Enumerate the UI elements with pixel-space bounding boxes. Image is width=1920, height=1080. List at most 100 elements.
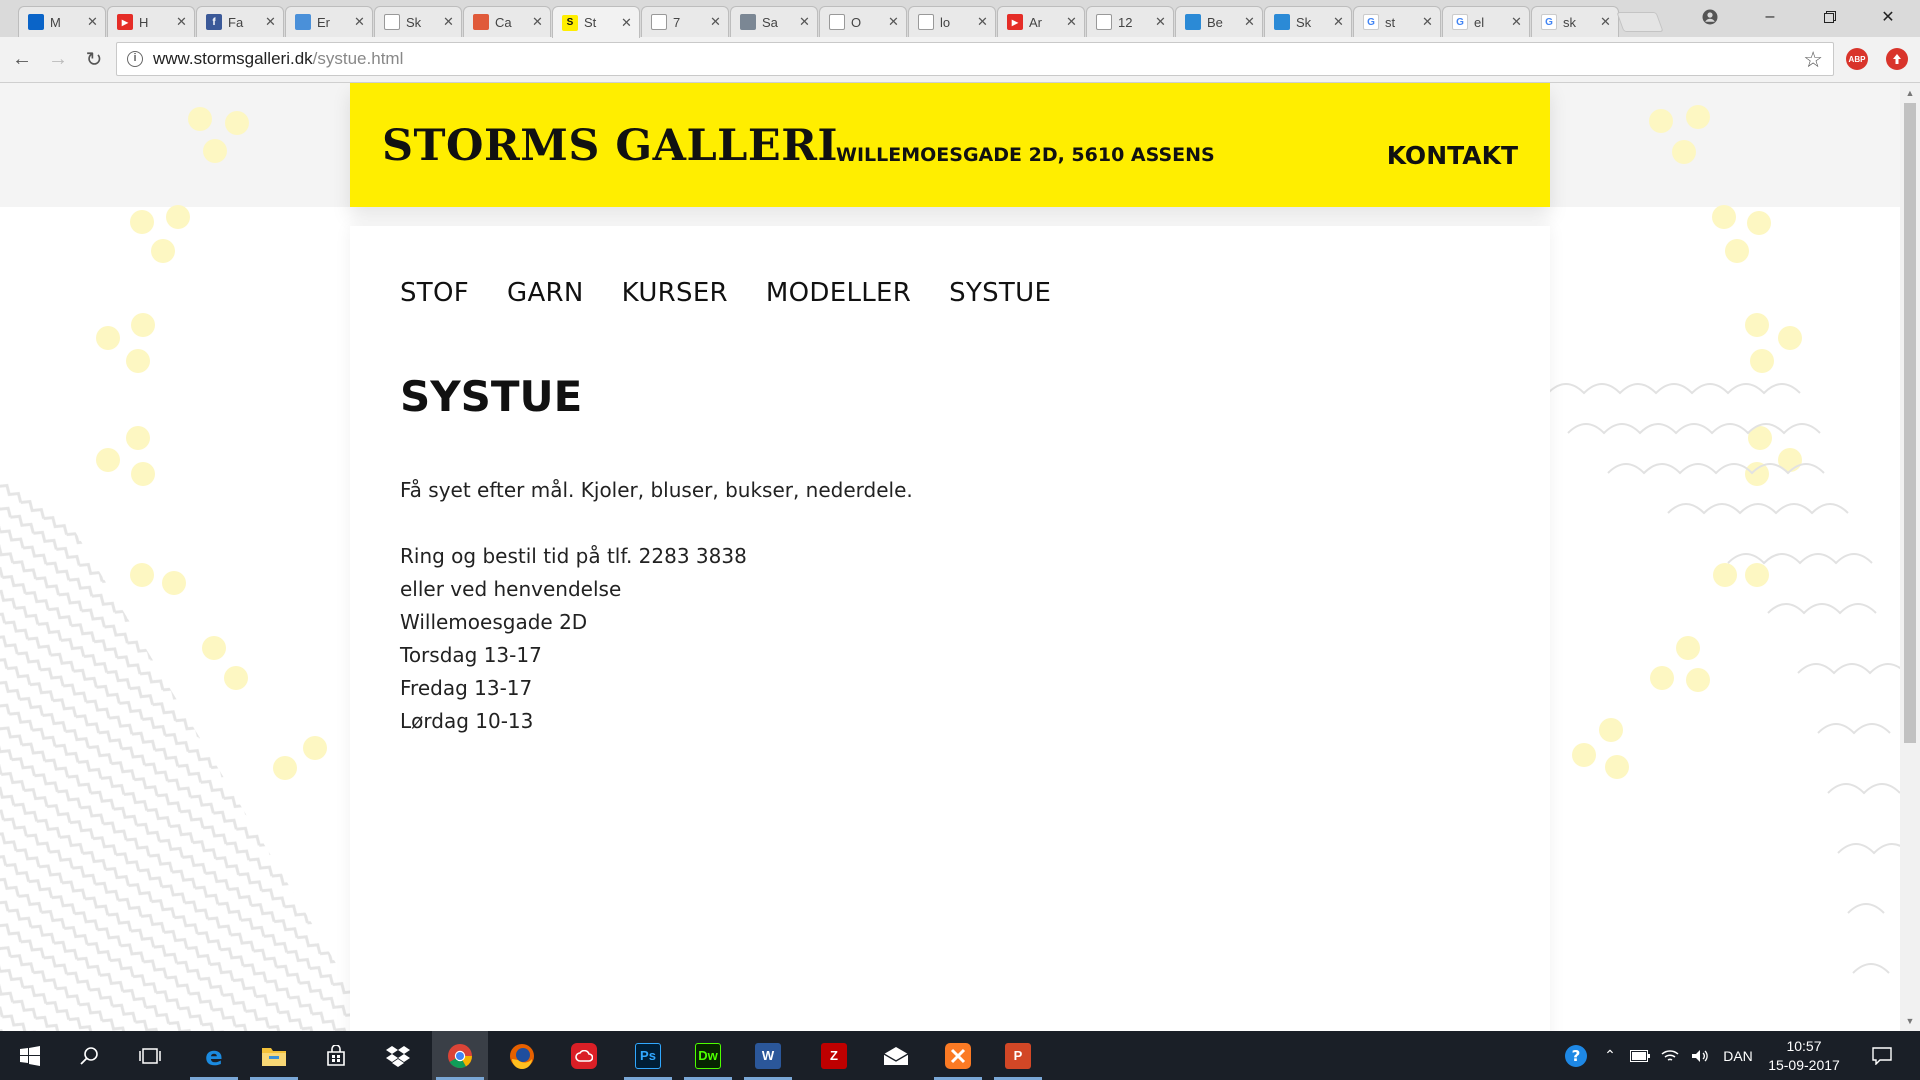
photoshop-icon: Ps bbox=[635, 1042, 661, 1069]
reload-icon[interactable]: ↻ bbox=[80, 45, 108, 73]
minimize-button[interactable]: – bbox=[1746, 0, 1794, 34]
clock[interactable]: 10:57 15-09-2017 bbox=[1762, 1037, 1846, 1075]
tab-title: 12 bbox=[1118, 14, 1133, 30]
browser-tab[interactable]: Gsk ✕ bbox=[1531, 6, 1619, 37]
bg-dot bbox=[1778, 326, 1802, 350]
bg-dot bbox=[203, 139, 227, 163]
powerpoint-taskbar-button[interactable]: P bbox=[990, 1031, 1046, 1080]
start-taskbar-button[interactable] bbox=[2, 1031, 58, 1080]
browser-toolbar: ← → ↻ i www.stormsgalleri.dk/systue.html… bbox=[0, 37, 1920, 83]
browser-tab[interactable]: ▶ Ar ✕ bbox=[997, 6, 1085, 37]
mail-taskbar-button[interactable] bbox=[868, 1031, 924, 1080]
dreamweaver-taskbar-button[interactable]: Dw bbox=[680, 1031, 736, 1080]
site-info-icon[interactable]: i bbox=[127, 51, 143, 67]
restore-button[interactable] bbox=[1806, 0, 1854, 34]
forward-icon[interactable]: → bbox=[44, 45, 72, 73]
browser-tab[interactable]: 12 ✕ bbox=[1086, 6, 1174, 37]
browser-tab[interactable]: S St ✕ bbox=[552, 6, 640, 38]
photoshop-taskbar-button[interactable]: Ps bbox=[620, 1031, 676, 1080]
file-explorer-taskbar-button[interactable] bbox=[246, 1031, 302, 1080]
task-view-taskbar-button[interactable] bbox=[122, 1031, 178, 1080]
bookmark-star-icon[interactable]: ☆ bbox=[1803, 47, 1823, 73]
browser-tab[interactable]: Be ✕ bbox=[1175, 6, 1263, 37]
browser-tab[interactable]: Ca ✕ bbox=[463, 6, 551, 37]
close-tab-icon[interactable]: ✕ bbox=[621, 15, 633, 31]
tab-title: Sa bbox=[762, 14, 778, 30]
close-tab-icon[interactable]: ✕ bbox=[1333, 14, 1345, 30]
creative-cloud-taskbar-button[interactable] bbox=[556, 1031, 612, 1080]
close-tab-icon[interactable]: ✕ bbox=[1155, 14, 1167, 30]
word-taskbar-button[interactable]: W bbox=[740, 1031, 796, 1080]
adblock-icon[interactable]: ABP bbox=[1846, 48, 1868, 70]
start-icon bbox=[17, 1043, 43, 1069]
battery-icon[interactable] bbox=[1626, 1031, 1654, 1080]
close-tab-icon[interactable]: ✕ bbox=[710, 14, 722, 30]
site-logo[interactable]: STORMS GALLERI bbox=[382, 121, 838, 171]
close-window-button[interactable]: ✕ bbox=[1864, 0, 1912, 34]
scroll-up-icon[interactable]: ▲ bbox=[1900, 83, 1920, 103]
volume-icon[interactable] bbox=[1686, 1031, 1714, 1080]
youtube-icon: ▶ bbox=[1007, 14, 1023, 30]
close-tab-icon[interactable]: ✕ bbox=[1600, 14, 1612, 30]
close-tab-icon[interactable]: ✕ bbox=[1422, 14, 1434, 30]
dropbox-taskbar-button[interactable] bbox=[370, 1031, 426, 1080]
firefox-taskbar-button[interactable] bbox=[494, 1031, 550, 1080]
language-indicator[interactable]: DAN bbox=[1718, 1031, 1758, 1080]
close-tab-icon[interactable]: ✕ bbox=[888, 14, 900, 30]
help-icon[interactable]: ? bbox=[1560, 1031, 1592, 1080]
close-tab-icon[interactable]: ✕ bbox=[265, 14, 277, 30]
browser-tab[interactable]: Sk ✕ bbox=[1264, 6, 1352, 37]
close-tab-icon[interactable]: ✕ bbox=[443, 14, 455, 30]
page-scrollbar[interactable]: ▲ ▼ bbox=[1900, 83, 1920, 1031]
nav-link-stof[interactable]: STOF bbox=[400, 278, 469, 308]
close-tab-icon[interactable]: ✕ bbox=[1066, 14, 1078, 30]
profile-icon[interactable] bbox=[1686, 0, 1734, 34]
browser-tab[interactable]: 7 ✕ bbox=[641, 6, 729, 37]
tab-title: Be bbox=[1207, 14, 1223, 30]
browser-tab[interactable]: Gst ✕ bbox=[1353, 6, 1441, 37]
close-tab-icon[interactable]: ✕ bbox=[1511, 14, 1523, 30]
scroll-down-icon[interactable]: ▼ bbox=[1900, 1011, 1920, 1031]
chrome-taskbar-button[interactable] bbox=[432, 1031, 488, 1080]
notifications-icon[interactable] bbox=[1862, 1031, 1902, 1080]
browser-tab[interactable]: f Fa ✕ bbox=[196, 6, 284, 37]
close-tab-icon[interactable]: ✕ bbox=[1244, 14, 1256, 30]
clock-date: 15-09-2017 bbox=[1768, 1057, 1840, 1073]
storms-s-icon: S bbox=[562, 14, 578, 31]
close-tab-icon[interactable]: ✕ bbox=[532, 14, 544, 30]
scroll-thumb[interactable] bbox=[1904, 103, 1916, 743]
nav-link-kurser[interactable]: KURSER bbox=[622, 278, 728, 308]
browser-tab[interactable]: Gel ✕ bbox=[1442, 6, 1530, 37]
extension-icon[interactable] bbox=[1886, 48, 1908, 70]
xampp-taskbar-button[interactable] bbox=[930, 1031, 986, 1080]
close-tab-icon[interactable]: ✕ bbox=[799, 14, 811, 30]
close-tab-icon[interactable]: ✕ bbox=[977, 14, 989, 30]
search-taskbar-button[interactable] bbox=[62, 1031, 118, 1080]
browser-tab[interactable]: Sk ✕ bbox=[374, 6, 462, 37]
tab-title: Sk bbox=[1296, 14, 1312, 30]
filezilla-taskbar-button[interactable]: Z bbox=[806, 1031, 862, 1080]
close-tab-icon[interactable]: ✕ bbox=[87, 14, 99, 30]
browser-tab[interactable]: M ✕ bbox=[18, 6, 106, 37]
kontakt-link[interactable]: KONTAKT bbox=[1387, 141, 1518, 170]
firefox-icon bbox=[509, 1043, 535, 1069]
close-tab-icon[interactable]: ✕ bbox=[354, 14, 366, 30]
nav-link-modeller[interactable]: MODELLER bbox=[766, 278, 911, 308]
browser-tab[interactable]: Sa ✕ bbox=[730, 6, 818, 37]
browser-tab[interactable]: O ✕ bbox=[819, 6, 907, 37]
back-icon[interactable]: ← bbox=[8, 45, 36, 73]
nav-link-garn[interactable]: GARN bbox=[507, 278, 584, 308]
edge-taskbar-button[interactable]: e bbox=[186, 1031, 242, 1080]
bg-dot bbox=[1672, 140, 1696, 164]
browser-tab[interactable]: Er ✕ bbox=[285, 6, 373, 37]
close-tab-icon[interactable]: ✕ bbox=[176, 14, 188, 30]
new-tab-button[interactable] bbox=[1616, 12, 1664, 32]
nav-link-systue[interactable]: SYSTUE bbox=[949, 278, 1051, 308]
browser-tab[interactable]: ▶ H ✕ bbox=[107, 6, 195, 37]
wifi-icon[interactable] bbox=[1656, 1031, 1684, 1080]
browser-tab[interactable]: lo ✕ bbox=[908, 6, 996, 37]
store-taskbar-button[interactable] bbox=[308, 1031, 364, 1080]
svg-text:?: ? bbox=[1572, 1047, 1581, 1065]
chevron-up-icon[interactable]: ⌃ bbox=[1598, 1031, 1622, 1080]
address-bar[interactable]: i www.stormsgalleri.dk/systue.html ☆ bbox=[116, 42, 1834, 76]
